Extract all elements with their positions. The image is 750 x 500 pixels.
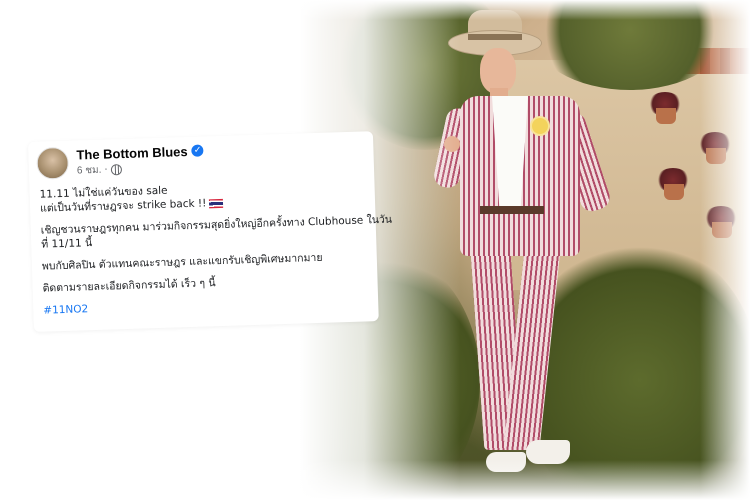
post-paragraph: #11NO2: [43, 293, 373, 317]
timestamp[interactable]: 6 ชม.: [77, 162, 102, 178]
plant-pot: [664, 184, 684, 200]
model-in-striped-suit: [431, 0, 620, 480]
post-line: พบกับศิลปิน ตัวแทนคณะราษฎร และแขกรับเชิญ…: [41, 251, 323, 273]
post-paragraph: เชิญชวนราษฎรทุกคน มาร่วมกิจกรรมสุดยิ่งให…: [41, 213, 393, 251]
boutonniere: [532, 118, 548, 134]
post-meta: 6 ชม. ·: [77, 159, 205, 178]
photo-fade-bottom: [300, 460, 750, 500]
post-line-text: แต่เป็นวันที่ราษฎรจะ strike back !!: [39, 197, 207, 215]
post-paragraph: ติดตามรายละเอียดกิจกรรมได้ เร็ว ๆ นี้: [42, 271, 372, 295]
globe-icon[interactable]: [110, 163, 122, 175]
post-paragraph: 11.11 ไม่ใช่แค่วันของ sale แต่เป็นวันที่…: [39, 177, 370, 215]
belt: [480, 206, 544, 214]
hat-band: [468, 34, 522, 40]
meta-separator: ·: [104, 164, 108, 176]
verified-badge-icon: ✓: [191, 144, 204, 157]
plant-pot: [656, 108, 676, 124]
post-header: The Bottom Blues ✓ 6 ชม. ·: [36, 142, 204, 180]
post-paragraph: พบกับศิลปิน ตัวแทนคณะราษฎร และแขกรับเชิญ…: [42, 249, 372, 273]
thailand-flag-icon: [209, 198, 224, 208]
post-text: 11.11 ไม่ใช่แค่วันของ sale แต่เป็นวันที่…: [39, 177, 393, 325]
photo-fade-right: [700, 0, 750, 500]
photo-fade-top: [300, 0, 750, 20]
avatar[interactable]: [36, 146, 70, 180]
post-line: ติดตามรายละเอียดกิจกรรมได้ เร็ว ๆ นี้: [42, 277, 216, 295]
social-post: The Bottom Blues ✓ 6 ชม. · 11.11 ไม่ใช่แ…: [28, 131, 393, 332]
hashtag-link[interactable]: #11NO2: [43, 303, 88, 316]
post-header-text: The Bottom Blues ✓ 6 ชม. ·: [76, 143, 204, 178]
